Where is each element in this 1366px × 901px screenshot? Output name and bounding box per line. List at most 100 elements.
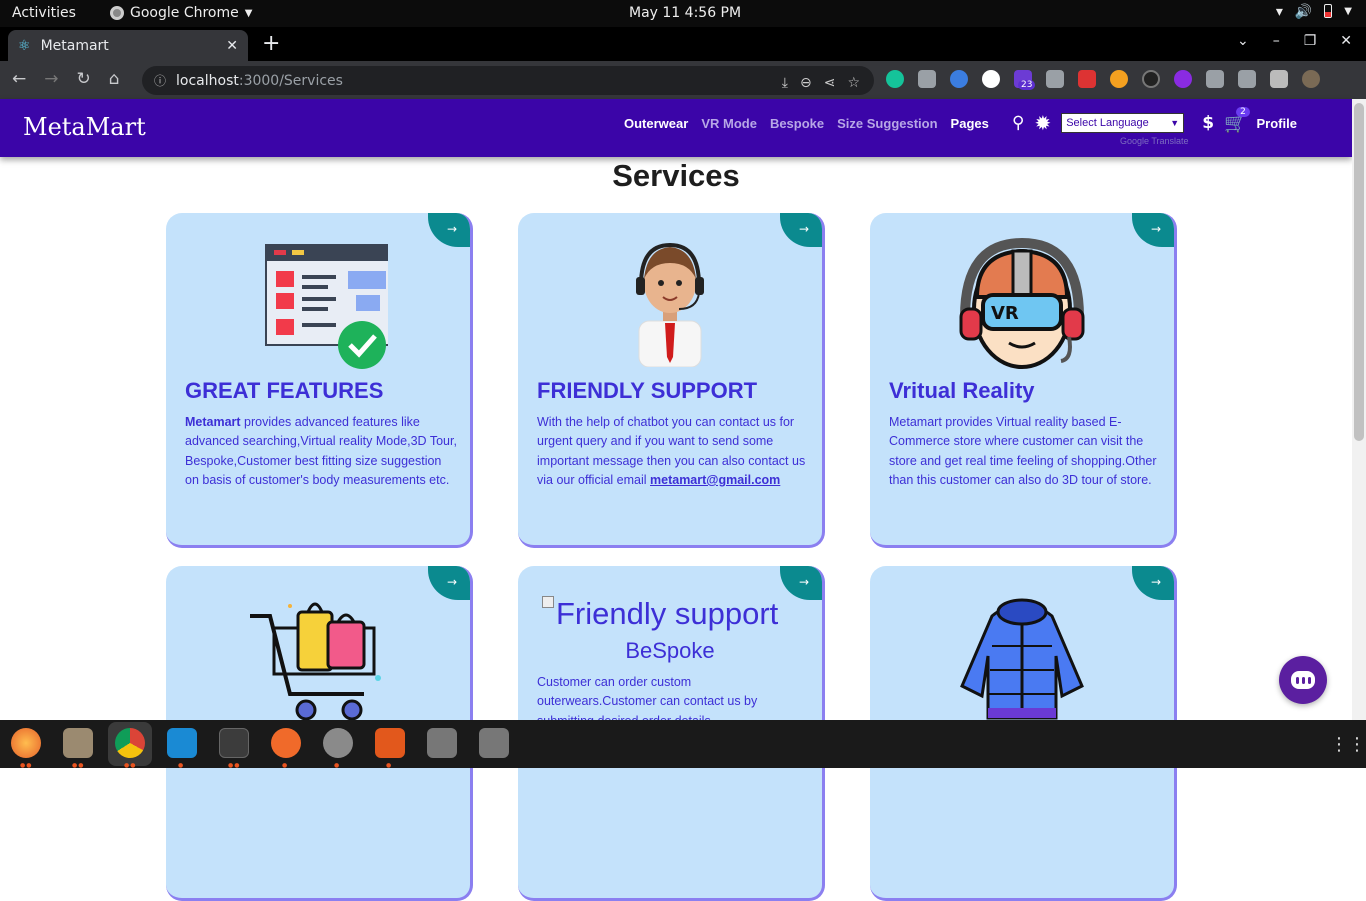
page-title: Services bbox=[612, 158, 740, 193]
nav-buttons: ← → ↻ ⌂ bbox=[12, 69, 120, 89]
react-icon: ⚛ bbox=[18, 37, 31, 54]
install-icon[interactable]: ⤓ bbox=[782, 75, 788, 91]
extension-badge: 23 bbox=[1018, 80, 1036, 90]
broken-image-alt-text: Friendly support bbox=[556, 596, 779, 631]
grammarly-icon[interactable] bbox=[886, 70, 904, 88]
reload-icon[interactable]: ↻ bbox=[77, 69, 91, 89]
card-arrow-button[interactable]: → bbox=[780, 566, 822, 600]
terminal-icon[interactable] bbox=[219, 728, 249, 758]
search-icon[interactable]: ⚲ bbox=[1012, 113, 1024, 133]
nav-vr-mode[interactable]: VR Mode bbox=[701, 116, 757, 131]
postman-icon[interactable] bbox=[271, 728, 301, 758]
chevron-down-icon: ▼ bbox=[1344, 6, 1352, 17]
orange-extension-icon[interactable] bbox=[1110, 70, 1128, 88]
close-tab-icon[interactable]: ✕ bbox=[226, 38, 238, 54]
disk-icon[interactable] bbox=[479, 728, 509, 758]
chrome-icon[interactable] bbox=[115, 728, 145, 758]
nav-pages[interactable]: Pages bbox=[951, 116, 989, 131]
firefox-icon[interactable] bbox=[11, 728, 41, 758]
tab-title: Metamart bbox=[40, 37, 109, 54]
impress-icon[interactable] bbox=[375, 728, 405, 758]
profile-link[interactable]: Profile bbox=[1256, 116, 1296, 131]
currency-button[interactable]: $ bbox=[1202, 113, 1214, 133]
minimize-icon[interactable]: – bbox=[1273, 33, 1280, 49]
tab-search-icon[interactable]: ⌄ bbox=[1237, 33, 1249, 49]
tab-metamart[interactable]: ⚛ Metamart ✕ bbox=[8, 30, 248, 61]
window-controls: ⌄ – ❐ ✕ bbox=[1237, 33, 1352, 49]
files-icon[interactable] bbox=[63, 728, 93, 758]
forward-icon[interactable]: → bbox=[44, 69, 58, 89]
red-extension-icon[interactable] bbox=[1078, 70, 1096, 88]
zoom-icon[interactable]: ⊖ bbox=[800, 75, 812, 91]
chrome-icon bbox=[110, 6, 124, 20]
dark-extension-icon[interactable] bbox=[1142, 70, 1160, 88]
ubuntu-dock: ●● ●● ●● ● ●● ● ● ● bbox=[0, 720, 1366, 769]
features-illustration bbox=[166, 237, 470, 377]
vscode-icon[interactable] bbox=[167, 728, 197, 758]
card-title: Vritual Reality bbox=[889, 378, 1035, 403]
pen-icon[interactable] bbox=[1046, 70, 1064, 88]
battery-icon bbox=[1324, 4, 1333, 18]
language-select-value: Select Language bbox=[1066, 117, 1149, 129]
new-tab-button[interactable]: + bbox=[262, 31, 280, 56]
service-card-vr: → VR Vritual Reality Metamart provides V… bbox=[870, 213, 1177, 548]
card-text-bold: Metamart bbox=[185, 415, 241, 429]
scrollbar-thumb[interactable] bbox=[1354, 103, 1364, 441]
site-navbar: MetaMart Outerwear VR Mode Bespoke Size … bbox=[0, 99, 1352, 157]
nav-size-suggestion[interactable]: Size Suggestion bbox=[837, 116, 937, 131]
language-select[interactable]: Select Language ▼ bbox=[1061, 113, 1185, 133]
site-info-icon[interactable]: ⓘ bbox=[154, 72, 166, 89]
purple-extension-icon[interactable]: 23 bbox=[1014, 70, 1036, 90]
show-apps-icon[interactable]: ⋮⋮⋮ bbox=[1330, 734, 1366, 755]
gnome-top-bar: Activities Google Chrome ▼ May 11 4:56 P… bbox=[0, 0, 1366, 27]
chatbot-button[interactable] bbox=[1279, 656, 1327, 704]
share-icon[interactable]: ⋖ bbox=[824, 75, 836, 91]
chevron-down-icon: ▼ bbox=[244, 7, 253, 19]
browser-toolbar: ← → ↻ ⌂ ⓘ localhost:3000/Services ⤓ ⊖ ⋖ … bbox=[0, 61, 1366, 99]
chat-bubble-icon bbox=[1291, 671, 1315, 689]
puzzle-icon[interactable] bbox=[1206, 70, 1224, 88]
address-bar[interactable]: ⓘ localhost:3000/Services ⤓ ⊖ ⋖ ☆ bbox=[142, 66, 874, 95]
blue-circle-icon[interactable] bbox=[950, 70, 968, 88]
w-extension-icon[interactable] bbox=[982, 70, 1000, 88]
home-icon[interactable]: ⌂ bbox=[109, 69, 120, 89]
page-scrollbar[interactable] bbox=[1352, 99, 1366, 720]
system-tray[interactable]: ▾ 🔊 ▼ bbox=[1276, 4, 1352, 20]
support-illustration bbox=[518, 237, 822, 377]
theme-toggle-icon[interactable]: ✹ bbox=[1034, 111, 1051, 135]
nav-outerwear[interactable]: Outerwear bbox=[624, 116, 688, 131]
gear-extension-icon[interactable] bbox=[1174, 70, 1192, 88]
google-translate-label: Google Translate bbox=[1120, 136, 1189, 146]
nav-links: Outerwear VR Mode Bespoke Size Suggestio… bbox=[624, 116, 989, 131]
omnibox-icons: ⤓ ⊖ ⋖ ☆ bbox=[782, 75, 860, 91]
svg-text:VR: VR bbox=[991, 303, 1019, 324]
activities-button[interactable]: Activities bbox=[12, 5, 76, 21]
nav-bespoke[interactable]: Bespoke bbox=[770, 116, 824, 131]
maximize-icon[interactable]: ❐ bbox=[1304, 33, 1317, 49]
cart-badge: 2 bbox=[1236, 106, 1250, 117]
vr-illustration: VR bbox=[870, 237, 1174, 377]
app-menu[interactable]: Google Chrome ▼ bbox=[110, 5, 252, 21]
media-icon[interactable] bbox=[1238, 70, 1256, 88]
avatar[interactable] bbox=[1302, 70, 1320, 88]
card-text: With the help of chatbot you can contact… bbox=[537, 413, 809, 490]
disk-icon[interactable] bbox=[427, 728, 457, 758]
settings-icon[interactable] bbox=[323, 728, 353, 758]
card-title: BeSpoke bbox=[625, 638, 715, 663]
email-link[interactable]: metamart@gmail.com bbox=[650, 473, 780, 487]
site-brand[interactable]: MetaMart bbox=[23, 113, 146, 141]
wifi-icon: ▾ bbox=[1275, 4, 1283, 20]
volume-icon: 🔊 bbox=[1294, 4, 1313, 20]
cart-icon[interactable]: 🛒 2 bbox=[1224, 106, 1250, 134]
app-name: Google Chrome bbox=[130, 5, 239, 21]
sidepanel-icon[interactable] bbox=[1270, 70, 1288, 88]
back-icon[interactable]: ← bbox=[12, 69, 26, 89]
camera-icon[interactable] bbox=[918, 70, 936, 88]
card-arrow-button[interactable]: → bbox=[1132, 566, 1174, 600]
clock[interactable]: May 11 4:56 PM bbox=[629, 5, 741, 21]
broken-image-icon bbox=[542, 596, 554, 608]
bookmark-star-icon[interactable]: ☆ bbox=[847, 75, 860, 91]
close-window-icon[interactable]: ✕ bbox=[1340, 33, 1352, 49]
extensions-bar: 23 bbox=[886, 70, 1320, 90]
chevron-down-icon: ▼ bbox=[1170, 118, 1180, 128]
